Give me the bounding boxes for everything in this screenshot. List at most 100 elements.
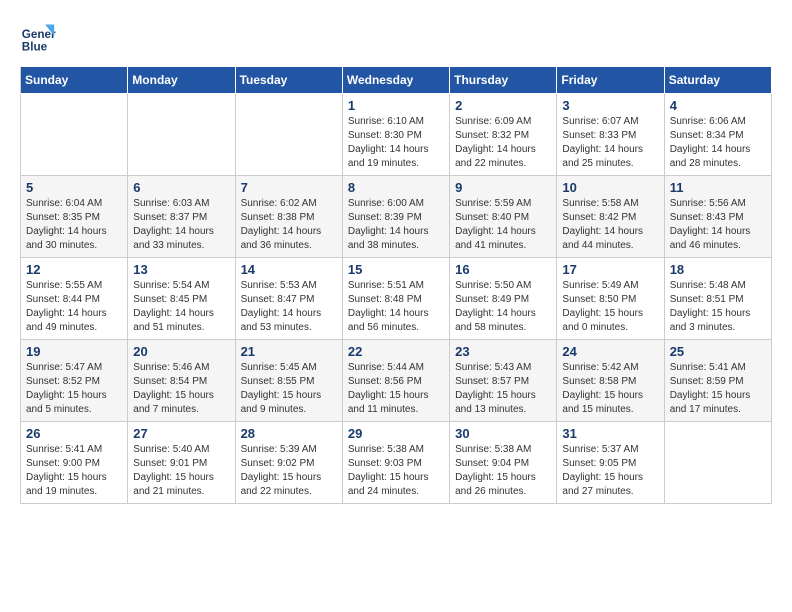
day-number: 23 [455,344,551,359]
day-content: Sunrise: 5:39 AM Sunset: 9:02 PM Dayligh… [241,443,337,499]
day-content: Sunrise: 5:38 AM Sunset: 9:04 PM Dayligh… [455,443,551,499]
week-row-2: 5 Sunrise: 6:04 AM Sunset: 8:35 PM Daylig… [21,176,772,258]
calendar-cell: 10 Sunrise: 5:58 AM Sunset: 8:42 PM Dayli… [557,176,664,258]
calendar-cell: 4Sunrise: 6:06 AM Sunset: 8:34 PM Daylig… [664,94,771,176]
day-content: Sunrise: 5:53 AM Sunset: 8:47 PM Dayligh… [241,279,337,335]
calendar-cell: 27Sunrise: 5:40 AM Sunset: 9:01 PM Dayli… [128,422,235,504]
day-number: 22 [348,344,444,359]
day-number: 16 [455,262,551,277]
day-number: 3 [562,98,658,113]
day-number: 7 [241,180,337,195]
day-number: 12 [26,262,122,277]
week-row-4: 19Sunrise: 5:47 AM Sunset: 8:52 PM Dayli… [21,340,772,422]
calendar-cell: 1 Sunrise: 6:10 AM Sunset: 8:30 PM Daylig… [342,94,449,176]
day-number: 11 [670,180,766,195]
day-content: Sunrise: 5:41 AM Sunset: 9:00 PM Dayligh… [26,443,122,499]
day-number: 2 [455,98,551,113]
week-row-3: 12 Sunrise: 5:55 AM Sunset: 8:44 PM Dayli… [21,258,772,340]
week-row-5: 26 Sunrise: 5:41 AM Sunset: 9:00 PM Dayli… [21,422,772,504]
calendar-cell: 28 Sunrise: 5:39 AM Sunset: 9:02 PM Dayli… [235,422,342,504]
calendar-cell: 26 Sunrise: 5:41 AM Sunset: 9:00 PM Dayli… [21,422,128,504]
day-number: 27 [133,426,229,441]
day-content: Sunrise: 6:06 AM Sunset: 8:34 PM Dayligh… [670,115,766,171]
calendar-cell: 11 Sunrise: 5:56 AM Sunset: 8:43 PM Dayli… [664,176,771,258]
day-content: Sunrise: 5:41 AM Sunset: 8:59 PM Dayligh… [670,361,766,417]
day-number: 20 [133,344,229,359]
column-header-wednesday: Wednesday [342,67,449,94]
day-content: Sunrise: 5:47 AM Sunset: 8:52 PM Dayligh… [26,361,122,417]
day-number: 21 [241,344,337,359]
day-number: 17 [562,262,658,277]
day-number: 15 [348,262,444,277]
day-content: Sunrise: 5:46 AM Sunset: 8:54 PM Dayligh… [133,361,229,417]
column-header-saturday: Saturday [664,67,771,94]
calendar-cell [21,94,128,176]
calendar-cell: 2 Sunrise: 6:09 AM Sunset: 8:32 PM Daylig… [450,94,557,176]
column-header-thursday: Thursday [450,67,557,94]
calendar-cell: 9 Sunrise: 5:59 AM Sunset: 8:40 PM Daylig… [450,176,557,258]
calendar-cell: 22 Sunrise: 5:44 AM Sunset: 8:56 PM Dayli… [342,340,449,422]
day-content: Sunrise: 5:49 AM Sunset: 8:50 PM Dayligh… [562,279,658,335]
day-number: 9 [455,180,551,195]
calendar-cell: 5 Sunrise: 6:04 AM Sunset: 8:35 PM Daylig… [21,176,128,258]
day-content: Sunrise: 5:37 AM Sunset: 9:05 PM Dayligh… [562,443,658,499]
day-content: Sunrise: 6:07 AM Sunset: 8:33 PM Dayligh… [562,115,658,171]
day-content: Sunrise: 5:56 AM Sunset: 8:43 PM Dayligh… [670,197,766,253]
calendar-cell: 15 Sunrise: 5:51 AM Sunset: 8:48 PM Dayli… [342,258,449,340]
calendar-cell: 21 Sunrise: 5:45 AM Sunset: 8:55 PM Dayli… [235,340,342,422]
day-number: 1 [348,98,444,113]
calendar-cell: 19Sunrise: 5:47 AM Sunset: 8:52 PM Dayli… [21,340,128,422]
calendar-header-row: SundayMondayTuesdayWednesdayThursdayFrid… [21,67,772,94]
calendar-cell: 24 Sunrise: 5:42 AM Sunset: 8:58 PM Dayli… [557,340,664,422]
day-number: 24 [562,344,658,359]
day-number: 6 [133,180,229,195]
calendar-cell: 18 Sunrise: 5:48 AM Sunset: 8:51 PM Dayli… [664,258,771,340]
day-content: Sunrise: 5:58 AM Sunset: 8:42 PM Dayligh… [562,197,658,253]
day-content: Sunrise: 6:09 AM Sunset: 8:32 PM Dayligh… [455,115,551,171]
calendar-cell: 23 Sunrise: 5:43 AM Sunset: 8:57 PM Dayli… [450,340,557,422]
calendar-table: SundayMondayTuesdayWednesdayThursdayFrid… [20,66,772,504]
day-number: 29 [348,426,444,441]
day-content: Sunrise: 5:45 AM Sunset: 8:55 PM Dayligh… [241,361,337,417]
logo: General Blue [20,20,62,56]
week-row-1: 1 Sunrise: 6:10 AM Sunset: 8:30 PM Daylig… [21,94,772,176]
column-header-sunday: Sunday [21,67,128,94]
calendar-cell: 30 Sunrise: 5:38 AM Sunset: 9:04 PM Dayli… [450,422,557,504]
day-content: Sunrise: 5:59 AM Sunset: 8:40 PM Dayligh… [455,197,551,253]
calendar-cell: 7 Sunrise: 6:02 AM Sunset: 8:38 PM Daylig… [235,176,342,258]
calendar-cell: 12 Sunrise: 5:55 AM Sunset: 8:44 PM Dayli… [21,258,128,340]
calendar-cell: 31 Sunrise: 5:37 AM Sunset: 9:05 PM Dayli… [557,422,664,504]
calendar-cell: 20 Sunrise: 5:46 AM Sunset: 8:54 PM Dayli… [128,340,235,422]
day-number: 14 [241,262,337,277]
day-content: Sunrise: 6:00 AM Sunset: 8:39 PM Dayligh… [348,197,444,253]
calendar-cell: 14 Sunrise: 5:53 AM Sunset: 8:47 PM Dayli… [235,258,342,340]
day-number: 31 [562,426,658,441]
day-content: Sunrise: 5:43 AM Sunset: 8:57 PM Dayligh… [455,361,551,417]
day-number: 5 [26,180,122,195]
day-content: Sunrise: 6:04 AM Sunset: 8:35 PM Dayligh… [26,197,122,253]
day-number: 30 [455,426,551,441]
day-content: Sunrise: 6:10 AM Sunset: 8:30 PM Dayligh… [348,115,444,171]
day-number: 28 [241,426,337,441]
day-number: 26 [26,426,122,441]
svg-text:Blue: Blue [22,41,48,54]
calendar-cell: 25Sunrise: 5:41 AM Sunset: 8:59 PM Dayli… [664,340,771,422]
column-header-friday: Friday [557,67,664,94]
day-content: Sunrise: 5:55 AM Sunset: 8:44 PM Dayligh… [26,279,122,335]
day-number: 8 [348,180,444,195]
calendar-cell [664,422,771,504]
day-number: 10 [562,180,658,195]
day-content: Sunrise: 5:48 AM Sunset: 8:51 PM Dayligh… [670,279,766,335]
calendar-cell [235,94,342,176]
calendar-cell: 3 Sunrise: 6:07 AM Sunset: 8:33 PM Daylig… [557,94,664,176]
day-content: Sunrise: 5:42 AM Sunset: 8:58 PM Dayligh… [562,361,658,417]
day-number: 18 [670,262,766,277]
day-content: Sunrise: 5:44 AM Sunset: 8:56 PM Dayligh… [348,361,444,417]
day-content: Sunrise: 5:51 AM Sunset: 8:48 PM Dayligh… [348,279,444,335]
page-header: General Blue [20,20,772,56]
column-header-monday: Monday [128,67,235,94]
calendar-cell: 13Sunrise: 5:54 AM Sunset: 8:45 PM Dayli… [128,258,235,340]
day-content: Sunrise: 5:50 AM Sunset: 8:49 PM Dayligh… [455,279,551,335]
day-content: Sunrise: 6:02 AM Sunset: 8:38 PM Dayligh… [241,197,337,253]
calendar-cell: 8 Sunrise: 6:00 AM Sunset: 8:39 PM Daylig… [342,176,449,258]
